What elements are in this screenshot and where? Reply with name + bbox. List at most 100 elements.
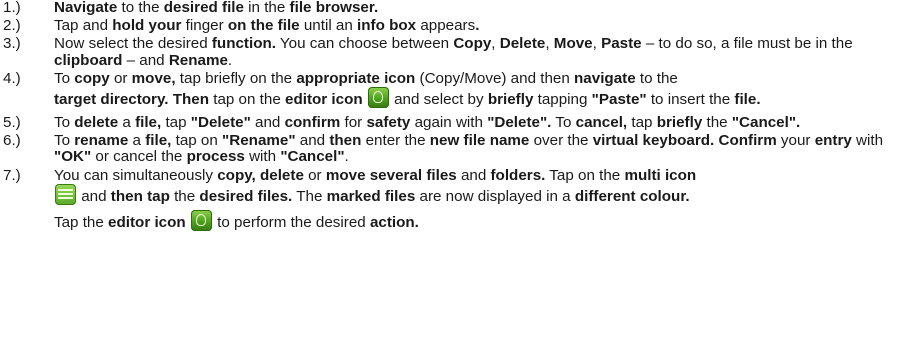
step-text: "OK" [54,148,92,166]
step-text: tap on the [209,91,285,109]
step-text: To [54,132,75,150]
step-number: 2.) [3,17,21,35]
step-text: Tap on the [545,166,625,184]
step-text: tap on [171,132,223,150]
step-text: briefly [656,114,703,132]
step-text: Delete [499,35,546,53]
step-text: to perform the desired [212,213,370,231]
step-number: 3.) [3,35,21,53]
step-text: and [456,166,491,184]
step-text: marked files [326,187,416,205]
editor-icon [367,87,389,109]
step-text: "Delete" [190,114,251,132]
step-number: 1.) [3,0,21,16]
step-3: 3.) Now select the desired function. You… [3,35,916,69]
step-text: "Cancel" [280,148,345,166]
step-text: file, [145,132,172,150]
step-text: appropriate icon [296,69,416,87]
step-text: , [592,35,602,53]
step-text: (Copy/Move) and then [415,69,575,87]
step-text: for [340,114,367,132]
step-text: Paste [601,35,642,53]
step-text: . [344,148,349,166]
step-text: with [851,132,884,150]
step-7: 7.) You can simultaneously copy, delete … [3,166,916,236]
step-4: 4.) To copy or move, tap briefly on the … [3,69,916,113]
step-text: Move [553,35,593,53]
step-text: to the [635,69,678,87]
step-text: editor icon [108,213,186,231]
step-text: Tap and [54,17,113,35]
multi-icon [55,183,76,205]
step-text: or cancel the [91,148,187,166]
step-text: or [303,166,326,184]
step-text: then tap [110,187,170,205]
step-text: finger [181,17,228,35]
step-text: hold your [112,17,182,35]
step-text: enter the [361,132,430,150]
step-text: confirm [284,114,341,132]
step-text: Tap the [54,213,109,231]
step-number: 7.) [3,166,21,184]
step-text: "Cancel". [731,114,801,132]
step-text: cancel, [575,114,628,132]
step-number: 6.) [3,132,21,150]
step-text: tap [161,114,191,132]
step-text: then [329,132,362,150]
instruction-list: 1.) Navigate to the desired file in the … [0,0,916,343]
step-text: new file name [429,132,530,150]
step-text: move, [131,69,176,87]
step-text: . [475,17,480,35]
step-6: 6.) To rename a file, tap on "Rename" an… [3,132,916,166]
step-text: are now displayed in a [415,187,575,205]
step-text: file. [734,91,761,109]
step-text: on the file [227,17,300,35]
step-text: a [118,114,136,132]
step-text: action. [369,213,419,231]
step-text: appears [416,17,476,35]
step-text: and [81,187,111,205]
step-text: briefly [487,91,534,109]
step-text: and [295,132,330,150]
editor-icon [190,209,212,231]
step-text: You can choose between [275,35,454,53]
step-text: – and [122,51,169,69]
step-text: copy [74,69,110,87]
step-text: folders. [490,166,546,184]
step-text: multi icon [624,166,697,184]
step-text: desired file [163,0,244,16]
step-text: function. [211,35,276,53]
step-text: To [551,114,576,132]
step-text: over the [529,132,593,150]
step-text: info box [357,17,417,35]
step-text: To [54,69,75,87]
step-text: "Paste" [591,91,647,109]
step-text: rename [74,132,129,150]
step-text: clipboard [54,51,123,69]
step-text: . [227,51,233,69]
step-5: 5.) To delete a file, tap "Delete" and c… [3,114,916,132]
step-text: move several files [325,166,457,184]
step-text: different colour. [574,187,690,205]
step-text: with [244,148,281,166]
step-text: to insert the [646,91,735,109]
step-text: in the [243,0,290,16]
step-text: Copy [453,35,492,53]
step-text: and select by [389,91,488,109]
step-text: , [545,35,554,53]
step-text: the [702,114,732,132]
step-text: process [186,148,245,166]
step-2: 2.) Tap and hold your finger on the file… [3,18,916,34]
step-text: delete [74,114,119,132]
step-text: file browser. [289,0,379,16]
step-text: – to do so, a file must be in the [641,35,853,53]
step-text: "Rename" [222,132,296,150]
step-text: editor icon [285,91,363,109]
step-text: until an [299,17,358,35]
step-text: navigate [574,69,636,87]
step-text: tap [627,114,657,132]
step-text: copy, delete [217,166,304,184]
step-number: 4.) [3,69,21,87]
step-text: a [128,132,146,150]
step-text: safety [366,114,411,132]
